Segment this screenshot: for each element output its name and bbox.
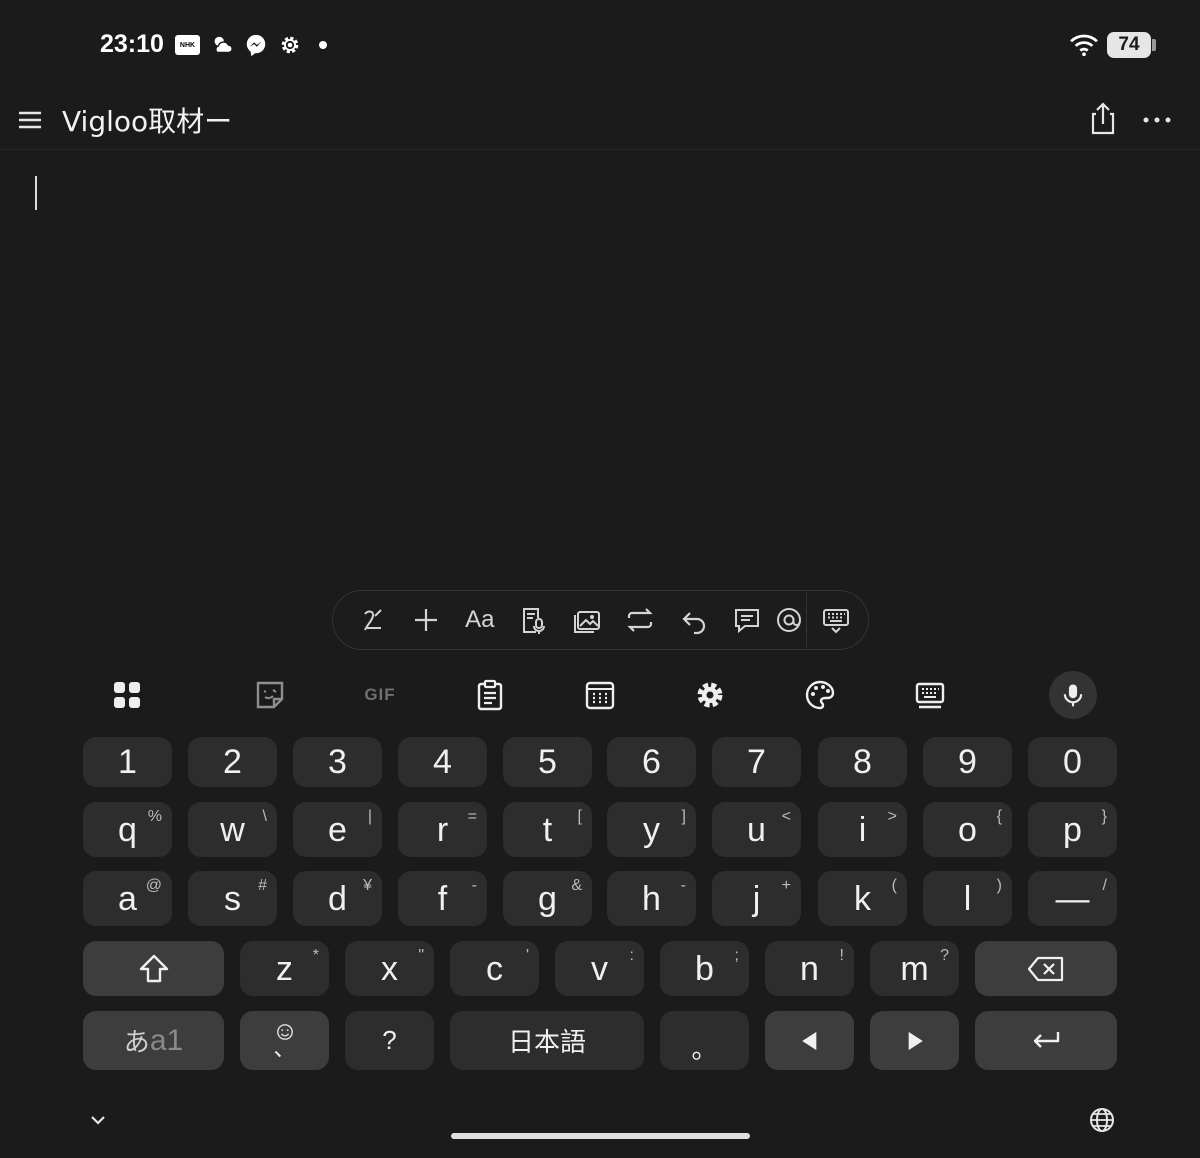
key-o[interactable]: o{ — [923, 802, 1012, 857]
enter-key[interactable] — [975, 1011, 1117, 1070]
key-9[interactable]: 9 — [923, 737, 1012, 787]
key-w[interactable]: w \ — [188, 802, 277, 857]
key-h[interactable]: h- — [607, 871, 696, 926]
mode-switch-key[interactable]: あ a1 — [83, 1011, 224, 1070]
key-r[interactable]: r = — [398, 802, 487, 857]
app-bar: Vigloo取材ー — [0, 90, 1200, 150]
key-8[interactable]: 8 — [818, 737, 907, 787]
keyboard-toolbar: GIF — [72, 668, 1128, 724]
key-z[interactable]: z * — [240, 941, 329, 996]
comment-icon[interactable] — [721, 600, 775, 640]
key-f[interactable]: f- — [398, 871, 487, 926]
text-format-icon[interactable]: Aa — [453, 600, 507, 640]
battery-icon: 74 — [1107, 32, 1151, 58]
keyboard-icon[interactable] — [809, 600, 863, 640]
messenger-icon — [243, 32, 269, 58]
key-i[interactable]: i > — [818, 802, 907, 857]
period-key[interactable]: 。 — [660, 1011, 749, 1070]
toolbar-divider — [806, 592, 807, 648]
enter-icon — [1033, 1031, 1060, 1048]
key-7[interactable]: 7 — [712, 737, 801, 787]
image-icon[interactable] — [560, 600, 614, 640]
key-s[interactable]: s # — [188, 871, 277, 926]
key-4[interactable]: 4 — [398, 737, 487, 787]
key-b[interactable]: b; — [660, 941, 749, 996]
settings-icon — [277, 32, 303, 58]
key-1[interactable]: 1 — [83, 737, 172, 787]
key-5[interactable]: 5 — [503, 737, 592, 787]
editor-area[interactable] — [0, 151, 1200, 581]
share-icon[interactable] — [1086, 100, 1120, 136]
key-d[interactable]: d ¥ — [293, 871, 382, 926]
gif-icon[interactable]: GIF — [352, 668, 408, 722]
cursor-right-key[interactable] — [870, 1011, 959, 1070]
voice-record-icon[interactable] — [507, 600, 561, 640]
notification-dot — [319, 41, 327, 49]
battery-tip — [1152, 39, 1156, 51]
clipboard-icon[interactable] — [462, 668, 518, 722]
cursor-left-icon — [801, 1031, 816, 1050]
backspace-icon — [1027, 956, 1064, 981]
settings-icon[interactable] — [682, 668, 738, 722]
key-3[interactable]: 3 — [293, 737, 382, 787]
key-e[interactable]: e | — [293, 802, 382, 857]
key-y[interactable]: y] — [607, 802, 696, 857]
page-title: Vigloo取材ー — [62, 105, 233, 138]
key-dash[interactable]: — / — [1028, 871, 1117, 926]
emoji-key[interactable]: 、 — [240, 1011, 329, 1070]
keyboard-size-icon[interactable] — [902, 668, 958, 722]
status-time: 23:10 — [100, 30, 164, 58]
editing-toolbar: Aa — [332, 590, 869, 650]
numpad-icon[interactable] — [572, 668, 628, 722]
apps-icon[interactable] — [99, 668, 155, 722]
key-u[interactable]: u < — [712, 802, 801, 857]
undo-icon[interactable] — [667, 600, 721, 640]
status-bar: 23:10 NHK 74 — [0, 0, 1200, 90]
sticker-icon[interactable] — [242, 668, 298, 722]
wifi-icon — [1068, 32, 1100, 58]
key-j[interactable]: j + — [712, 871, 801, 926]
key-k[interactable]: k( — [818, 871, 907, 926]
shift-icon — [139, 954, 168, 982]
question-key[interactable]: ? — [345, 1011, 434, 1070]
cursor-left-key[interactable] — [765, 1011, 854, 1070]
home-indicator[interactable] — [451, 1133, 750, 1139]
key-a[interactable]: a @ — [83, 871, 172, 926]
key-q[interactable]: q% — [83, 802, 172, 857]
key-6[interactable]: 6 — [607, 737, 696, 787]
backspace-key[interactable] — [975, 941, 1117, 996]
key-m[interactable]: m? — [870, 941, 959, 996]
mic-icon[interactable] — [1045, 668, 1101, 722]
key-c[interactable]: c ' — [450, 941, 539, 996]
shift-key[interactable] — [83, 941, 224, 996]
mention-icon[interactable] — [774, 600, 804, 640]
key-x[interactable]: x " — [345, 941, 434, 996]
convert-icon[interactable] — [614, 600, 668, 640]
space-key[interactable]: 日本語 — [450, 1011, 644, 1070]
nhk-icon: NHK — [175, 35, 200, 55]
more-icon[interactable] — [1140, 106, 1174, 134]
key-0[interactable]: 0 — [1028, 737, 1117, 787]
theme-icon[interactable] — [792, 668, 848, 722]
menu-icon[interactable] — [16, 106, 44, 134]
key-g[interactable]: g & — [503, 871, 592, 926]
key-t[interactable]: t[ — [503, 802, 592, 857]
cursor-right-icon — [908, 1031, 923, 1050]
globe-icon[interactable] — [1088, 1106, 1116, 1134]
text-cursor — [35, 176, 37, 210]
weather-icon — [209, 32, 235, 58]
hide-keyboard-icon[interactable] — [86, 1108, 110, 1132]
key-v[interactable]: v: — [555, 941, 644, 996]
key-l[interactable]: l) — [923, 871, 1012, 926]
handwriting-icon[interactable] — [346, 600, 400, 640]
key-p[interactable]: p} — [1028, 802, 1117, 857]
plus-icon[interactable] — [400, 600, 454, 640]
key-2[interactable]: 2 — [188, 737, 277, 787]
key-n[interactable]: n! — [765, 941, 854, 996]
